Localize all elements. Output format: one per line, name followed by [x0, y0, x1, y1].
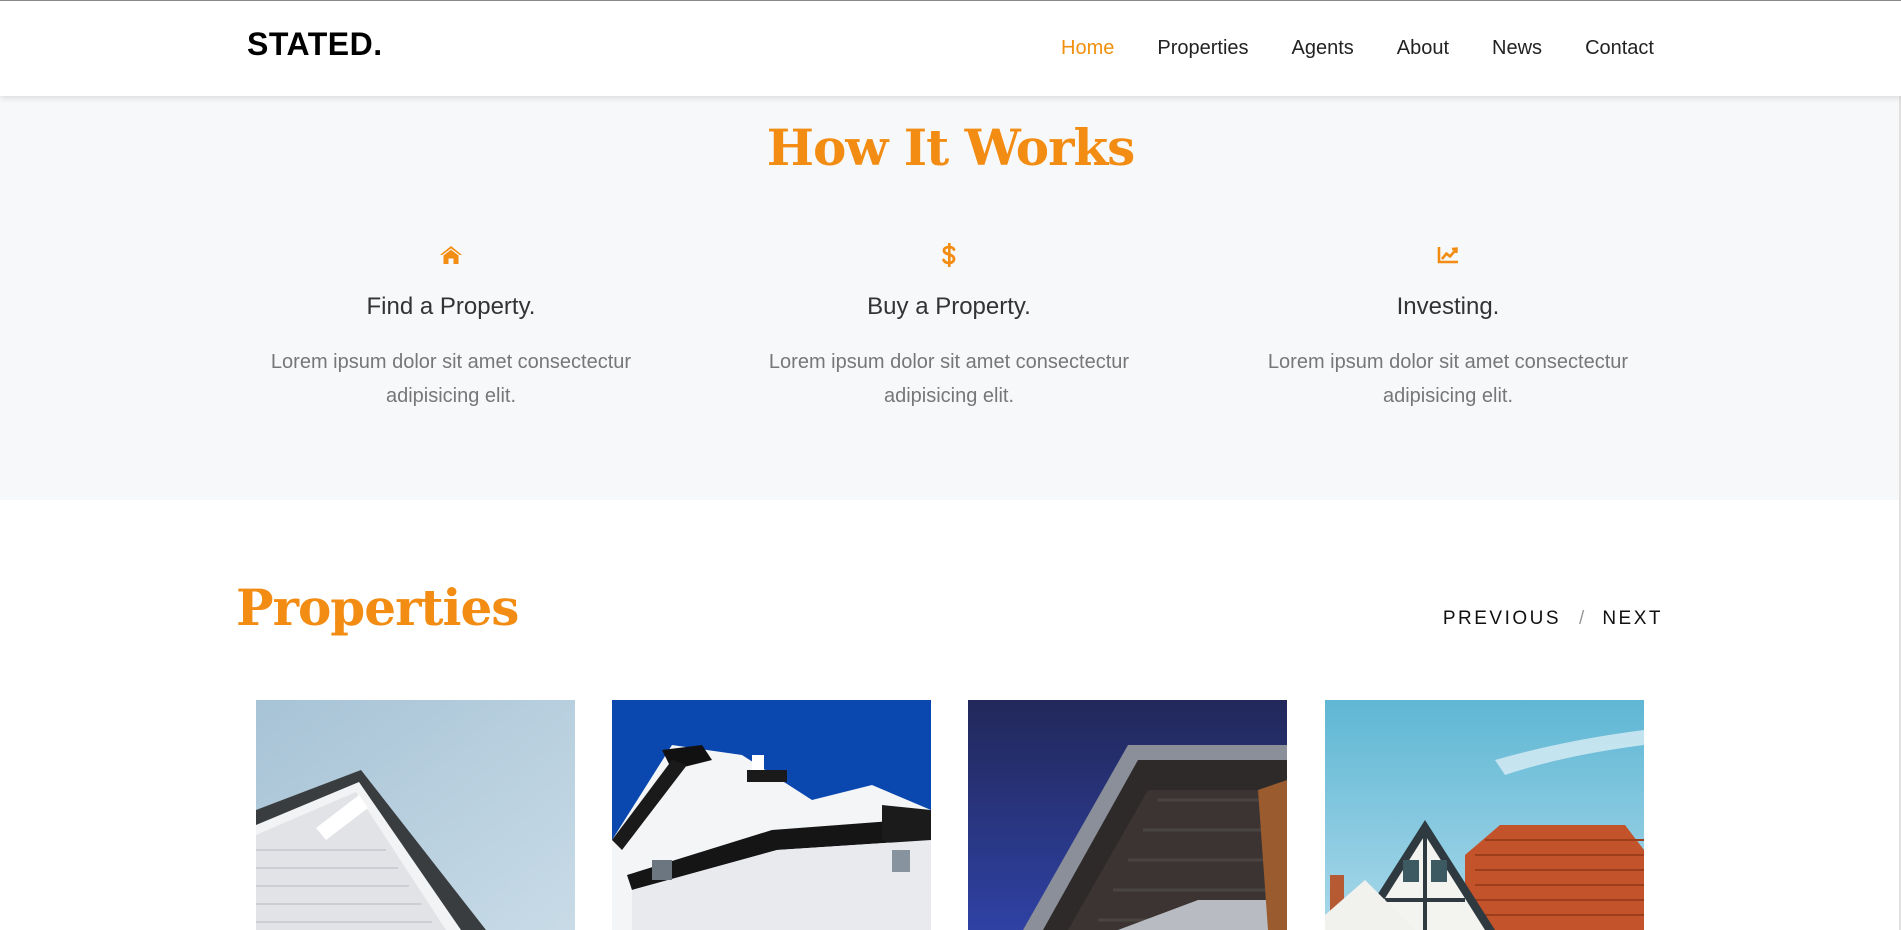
property-photo	[968, 700, 1287, 930]
property-photo	[612, 700, 931, 930]
nav-item-agents[interactable]: Agents	[1292, 37, 1354, 60]
nav-item-news[interactable]: News	[1492, 37, 1542, 60]
next-button[interactable]: NEXT	[1602, 608, 1663, 630]
previous-button[interactable]: PREVIOUS	[1443, 608, 1561, 630]
feature-title: Investing.	[1396, 293, 1500, 320]
feature-title: Find a Property.	[366, 293, 536, 320]
pager-separator: /	[1579, 608, 1585, 629]
property-card[interactable]	[968, 700, 1287, 930]
feature-description: Lorem ipsum dolor sit amet consectectur …	[768, 351, 1130, 407]
dollar-icon	[724, 241, 1174, 269]
property-card[interactable]	[1325, 700, 1644, 930]
property-photo	[256, 700, 575, 930]
site-header: STATED. Home Properties Agents About New…	[0, 0, 1901, 96]
feature-description: Lorem ipsum dolor sit amet consectectur …	[270, 351, 632, 407]
property-card[interactable]	[612, 700, 931, 930]
chart-line-icon	[1223, 241, 1673, 269]
feature-buy-property: Buy a Property. Lorem ipsum dolor sit am…	[724, 241, 1174, 413]
home-icon	[226, 241, 676, 269]
property-photo	[1325, 700, 1644, 930]
properties-title: Properties	[236, 578, 519, 637]
nav-item-contact[interactable]: Contact	[1585, 37, 1654, 60]
nav-item-about[interactable]: About	[1397, 37, 1449, 60]
feature-investing: Investing. Lorem ipsum dolor sit amet co…	[1223, 241, 1673, 413]
feature-description: Lorem ipsum dolor sit amet consectectur …	[1267, 351, 1629, 407]
nav-item-properties[interactable]: Properties	[1157, 37, 1248, 60]
how-it-works-title: How It Works	[766, 118, 1136, 177]
nav-item-home[interactable]: Home	[1061, 37, 1114, 60]
carousel-pager: PREVIOUS / NEXT	[1443, 608, 1663, 630]
brand-logo[interactable]: STATED.	[247, 26, 383, 63]
main-nav: Home Properties Agents About News Contac…	[1061, 37, 1654, 60]
how-it-works-section: How It Works Find a Property. Lorem ipsu…	[0, 96, 1901, 500]
feature-title: Buy a Property.	[867, 293, 1031, 320]
property-card[interactable]	[256, 700, 575, 930]
feature-find-property: Find a Property. Lorem ipsum dolor sit a…	[226, 241, 676, 413]
